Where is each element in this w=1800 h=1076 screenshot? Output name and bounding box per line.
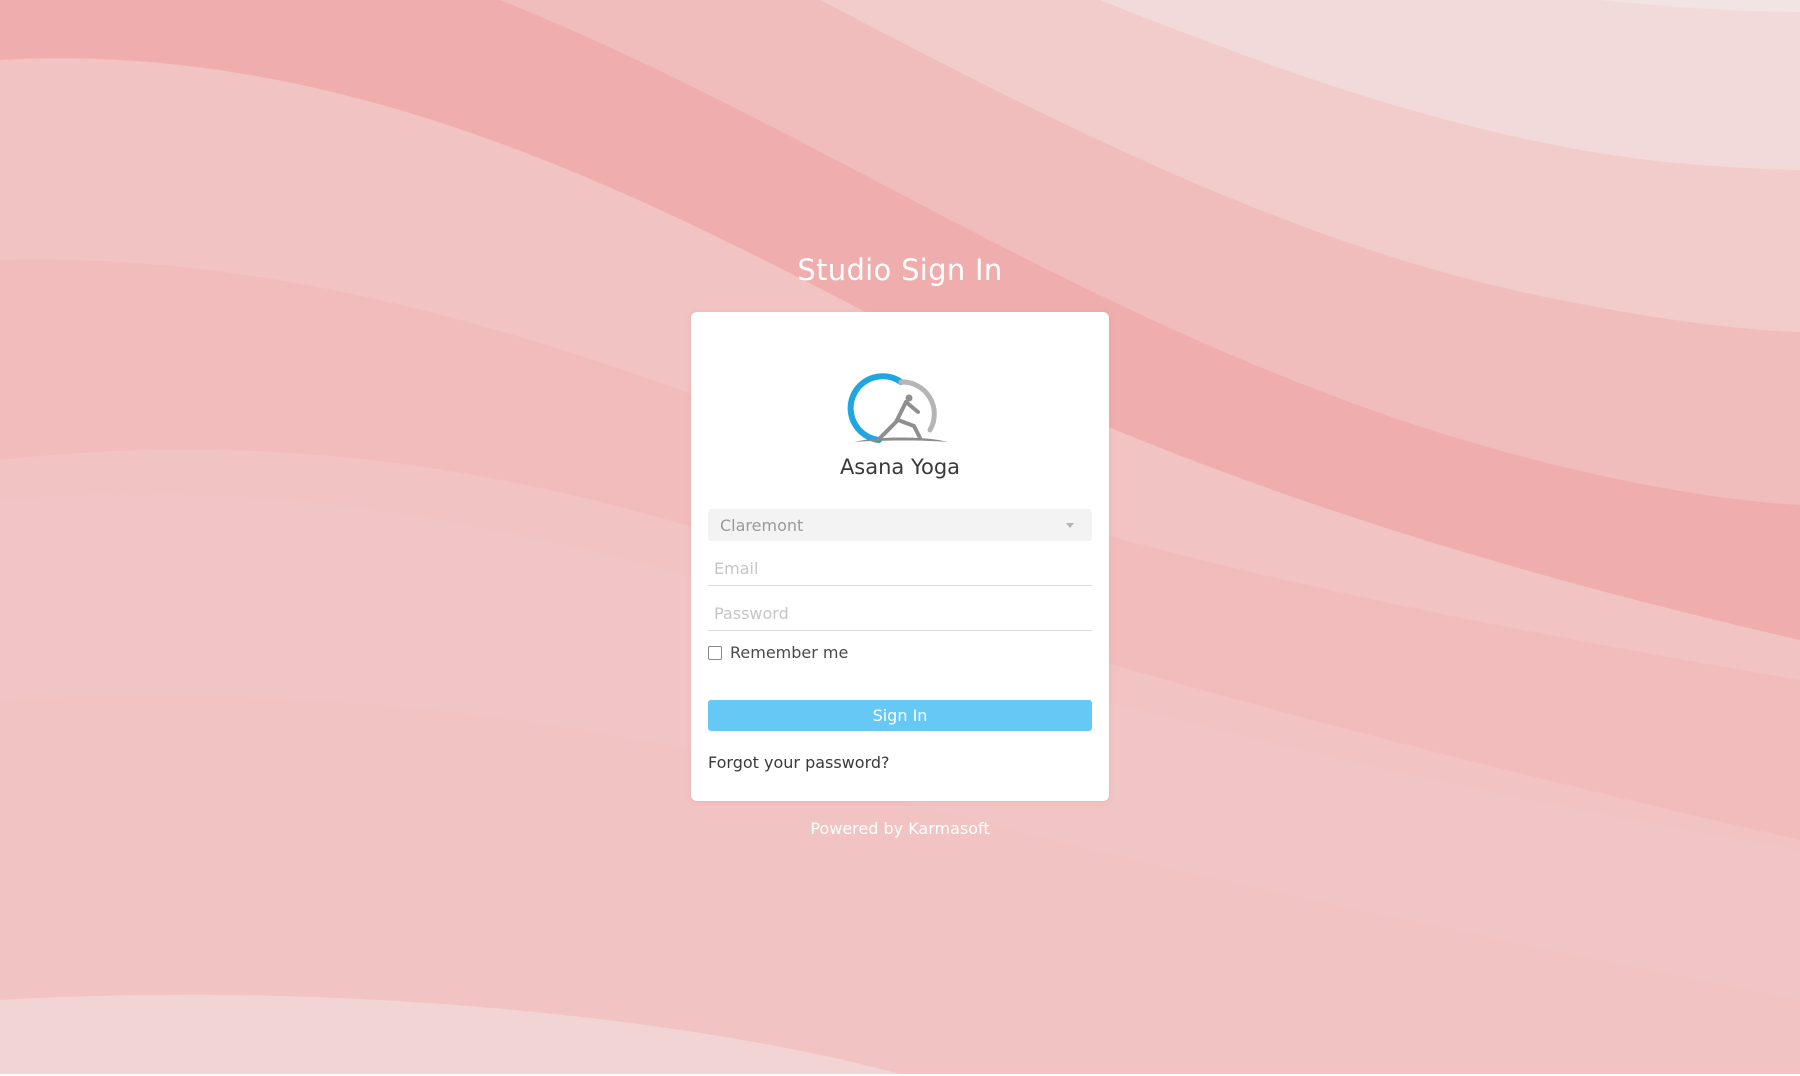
remember-me-row[interactable]: Remember me — [708, 643, 848, 662]
powered-by-prefix: Powered by — [810, 819, 904, 838]
chevron-down-icon — [1066, 522, 1074, 528]
forgot-password-link[interactable]: Forgot your password? — [708, 753, 890, 772]
location-select-value: Claremont — [720, 515, 804, 535]
remember-me-checkbox[interactable] — [708, 645, 722, 660]
signin-button[interactable]: Sign In — [708, 700, 1092, 731]
karmasoft-link[interactable]: Karmasoft — [908, 819, 989, 838]
powered-by-footer: Powered by Karmasoft — [0, 819, 1800, 838]
studio-name: Asana Yoga — [839, 455, 961, 479]
email-field[interactable] — [708, 552, 1092, 586]
remember-me-label[interactable]: Remember me — [730, 643, 848, 662]
location-select[interactable]: Claremont — [708, 509, 1092, 541]
password-field[interactable] — [708, 597, 1092, 631]
yoga-pose-logo-icon — [847, 373, 948, 443]
page-title: Studio Sign In — [797, 253, 1003, 287]
signin-card: Asana Yoga Claremont Remember me Sign In… — [691, 312, 1109, 801]
